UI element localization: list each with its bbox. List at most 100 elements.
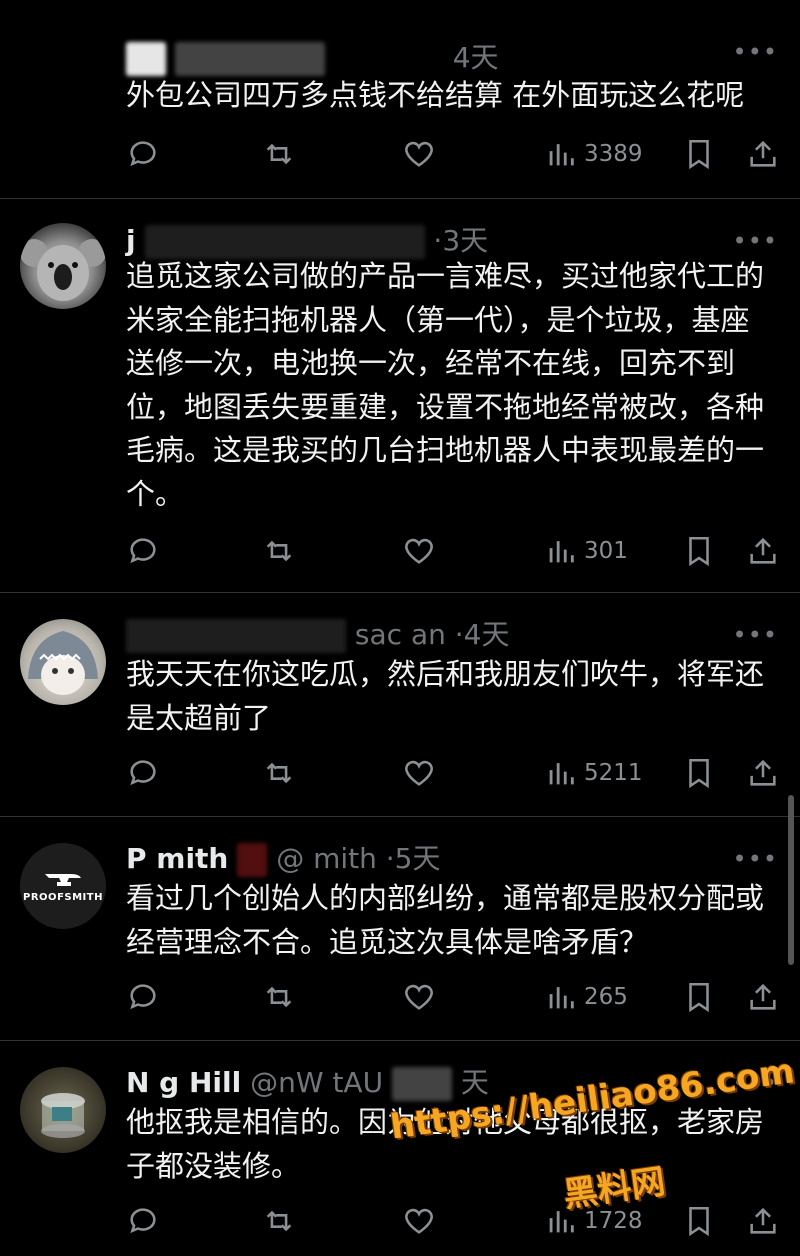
bookmark-icon	[689, 982, 709, 1013]
heart-icon	[405, 141, 433, 167]
post-header: 4天	[126, 36, 780, 76]
repost-button[interactable]	[262, 975, 296, 1019]
redacted-handle	[391, 1067, 452, 1101]
views-button[interactable]: 5211	[544, 751, 643, 795]
bookmark-icon	[689, 758, 709, 789]
share-icon	[750, 1207, 776, 1234]
reply-icon	[130, 141, 156, 167]
avatar[interactable]	[20, 223, 106, 309]
heart-icon	[405, 1208, 433, 1234]
views-count: 5211	[584, 760, 643, 786]
share-button[interactable]	[746, 1199, 780, 1243]
views-count: 301	[584, 538, 628, 564]
post-header: j ·3天	[126, 219, 780, 259]
bookmark-button[interactable]	[682, 751, 716, 795]
like-button[interactable]	[402, 529, 436, 573]
bookmark-button[interactable]	[682, 975, 716, 1019]
reply-post[interactable]: sac an ·4天 ••• 我天天在你这吃瓜，然后和我朋友们吹牛，将军还是太超…	[0, 592, 800, 817]
views-icon	[549, 541, 574, 563]
reply-icon	[130, 1208, 156, 1234]
reply-post[interactable]: 4天 ••• 外包公司四万多点钱不给结算 在外面玩这么花呢 3389	[0, 0, 800, 196]
avatar-logo-text: PROOFSMITH	[23, 891, 103, 903]
repost-button[interactable]	[262, 132, 296, 176]
repost-icon	[266, 762, 292, 784]
koala-image	[20, 239, 106, 301]
user-handle[interactable]: sac an	[355, 618, 446, 651]
bookmark-button[interactable]	[682, 529, 716, 573]
reply-button[interactable]	[126, 1199, 160, 1243]
action-bar: 1728	[126, 1199, 780, 1243]
share-icon	[750, 759, 776, 786]
bookmark-button[interactable]	[682, 1199, 716, 1243]
scrollbar[interactable]	[788, 795, 794, 965]
views-button[interactable]: 301	[544, 529, 628, 573]
repost-icon	[266, 986, 292, 1008]
action-bar: 5211	[126, 751, 780, 795]
reply-button[interactable]	[126, 751, 160, 795]
share-button[interactable]	[746, 132, 780, 176]
redacted-name	[126, 619, 346, 653]
reply-icon	[130, 538, 156, 564]
more-options-icon[interactable]: •••	[733, 38, 778, 66]
views-button[interactable]: 265	[544, 975, 628, 1019]
like-button[interactable]	[402, 132, 436, 176]
drink-glass-image	[41, 1093, 85, 1138]
user-name[interactable]: P mith	[126, 842, 228, 875]
cat-in-shark-hood-image	[28, 631, 98, 695]
avatar[interactable]	[20, 619, 106, 705]
share-icon	[750, 140, 776, 167]
post-time[interactable]: ·4天	[455, 618, 510, 651]
redacted-name	[237, 843, 268, 877]
post-header: sac an ·4天	[126, 613, 780, 653]
reply-icon	[130, 760, 156, 786]
heart-icon	[405, 984, 433, 1010]
share-button[interactable]	[746, 751, 780, 795]
reply-button[interactable]	[126, 132, 160, 176]
share-icon	[750, 537, 776, 564]
reply-button[interactable]	[126, 975, 160, 1019]
reply-icon	[130, 984, 156, 1010]
like-button[interactable]	[402, 1199, 436, 1243]
more-options-icon[interactable]: •••	[733, 845, 778, 873]
bookmark-icon	[689, 536, 709, 567]
post-time[interactable]: 4天	[453, 41, 499, 74]
post-time[interactable]: ·3天	[433, 224, 488, 257]
reply-post[interactable]: j ·3天 ••• 追觅这家公司做的产品一言难尽，买过他家代工的米家全能扫拖机器…	[0, 198, 800, 593]
share-button[interactable]	[746, 529, 780, 573]
bookmark-icon	[689, 139, 709, 170]
views-button[interactable]: 3389	[544, 132, 643, 176]
repost-icon	[266, 1210, 292, 1232]
redacted-name	[174, 42, 325, 76]
user-handle[interactable]: @ mith	[276, 842, 377, 875]
post-text: 看过几个创始人的内部纠纷，通常都是股权分配或经营理念不合。追觅这次具体是啥矛盾？	[126, 881, 765, 959]
like-button[interactable]	[402, 975, 436, 1019]
post-time[interactable]: ·5天	[386, 842, 441, 875]
redacted-name	[144, 225, 425, 259]
more-options-icon[interactable]: •••	[733, 621, 778, 649]
repost-button[interactable]	[262, 1199, 296, 1243]
action-bar: 3389	[126, 132, 780, 176]
user-name[interactable]: N g Hill	[126, 1066, 241, 1099]
bookmark-button[interactable]	[682, 132, 716, 176]
heart-icon	[405, 760, 433, 786]
redacted-name	[126, 42, 166, 76]
avatar[interactable]: PROOFSMITH	[20, 843, 106, 929]
more-options-icon[interactable]: •••	[733, 227, 778, 255]
reply-post[interactable]: PROOFSMITH P mith @ mith ·5天 ••• 看过几个创始人…	[0, 816, 800, 1041]
views-count: 3389	[584, 141, 643, 167]
user-handle[interactable]: @nW tAU	[250, 1066, 383, 1099]
like-button[interactable]	[402, 751, 436, 795]
reply-button[interactable]	[126, 529, 160, 573]
post-header: P mith @ mith ·5天	[126, 837, 780, 877]
repost-button[interactable]	[262, 529, 296, 573]
repost-icon	[266, 143, 292, 165]
avatar[interactable]	[20, 1067, 106, 1153]
heart-icon	[405, 538, 433, 564]
user-name[interactable]: j	[126, 224, 136, 257]
share-button[interactable]	[746, 975, 780, 1019]
share-icon	[750, 983, 776, 1010]
repost-button[interactable]	[262, 751, 296, 795]
action-bar: 301	[126, 529, 780, 573]
views-icon	[549, 144, 574, 166]
views-count: 265	[584, 984, 628, 1010]
